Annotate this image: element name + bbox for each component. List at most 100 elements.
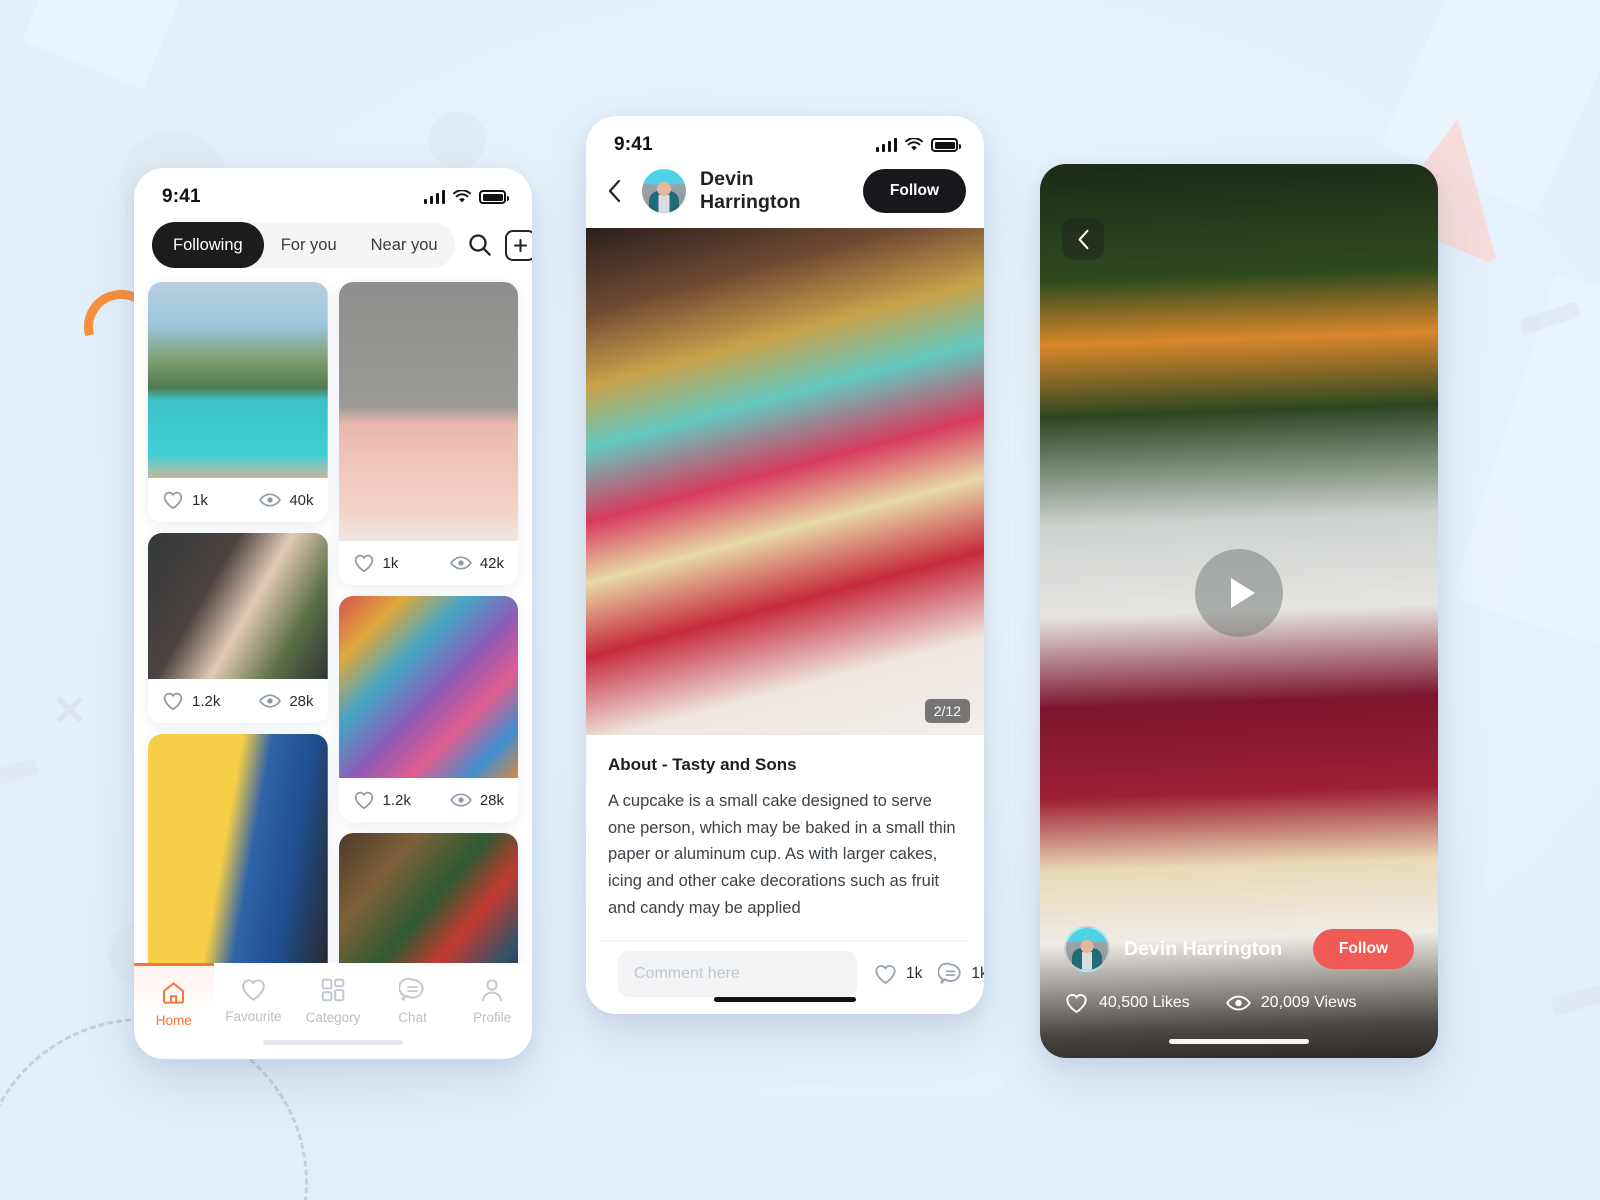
like-count: 1.2k bbox=[382, 791, 411, 809]
comment-icon bbox=[938, 962, 962, 984]
avatar[interactable] bbox=[1064, 926, 1110, 972]
view-count: 42k bbox=[479, 554, 504, 572]
play-icon bbox=[1230, 578, 1255, 609]
chevron-left-icon bbox=[1078, 229, 1088, 249]
like-stat[interactable]: 40,500 Likes bbox=[1064, 992, 1190, 1014]
view-count: 28k bbox=[479, 791, 504, 809]
like-stat[interactable]: 1.2k bbox=[353, 790, 411, 810]
like-stat[interactable]: 1k bbox=[353, 553, 399, 573]
like-count: 1k bbox=[192, 491, 208, 509]
grid-icon bbox=[321, 978, 345, 1002]
nav-label-home: Home bbox=[155, 1013, 192, 1028]
wifi-icon bbox=[453, 190, 471, 203]
page-counter-badge: 2/12 bbox=[924, 699, 970, 723]
eye-icon bbox=[449, 793, 472, 807]
status-bar: 9:41 bbox=[586, 116, 984, 166]
nav-item-profile[interactable]: Profile bbox=[452, 977, 532, 1025]
post-about-section: About - Tasty and Sons A cupcake is a sm… bbox=[586, 735, 984, 936]
post-action-bar: 1k 1k 40k bbox=[600, 939, 984, 997]
play-button[interactable] bbox=[1195, 549, 1283, 638]
eye-icon bbox=[449, 556, 472, 570]
add-post-button[interactable] bbox=[504, 227, 532, 263]
status-bar: 9:41 bbox=[134, 168, 532, 218]
search-button[interactable] bbox=[467, 227, 493, 263]
person-icon bbox=[482, 979, 503, 1001]
phone-feed-screen: 9:41 Following For you Near you 1k 40k 1… bbox=[134, 168, 532, 1059]
view-count: 40k bbox=[289, 491, 314, 509]
view-stat: 20,009 Views bbox=[1225, 994, 1357, 1012]
card-image-villa-pool[interactable] bbox=[148, 282, 328, 478]
deco-x-icon: ✕ bbox=[52, 687, 88, 734]
heart-icon bbox=[354, 554, 373, 573]
status-time: 9:41 bbox=[614, 134, 653, 155]
view-count: 28k bbox=[289, 692, 314, 710]
card-stats: 1k 42k bbox=[339, 541, 519, 585]
video-author-row: Devin Harrington Follow bbox=[1064, 926, 1414, 972]
post-header: Devin Harrington Follow bbox=[586, 166, 984, 228]
tab-following[interactable]: Following bbox=[152, 222, 264, 268]
card-image-vegetables[interactable] bbox=[148, 533, 328, 679]
like-count: 1k bbox=[382, 554, 399, 572]
like-stat[interactable]: 1.2k bbox=[162, 691, 220, 711]
feed-column-right: 1k 42k 1.2k 28k bbox=[338, 282, 519, 1004]
search-icon bbox=[468, 234, 491, 256]
feed-card[interactable]: 1k 40k bbox=[148, 282, 328, 522]
follow-button[interactable]: Follow bbox=[1312, 929, 1414, 969]
feed-toolbar: Following For you Near you bbox=[134, 218, 532, 282]
feed-card[interactable]: 1k 42k bbox=[338, 282, 519, 585]
feed-card[interactable]: 1.2k 28k bbox=[338, 596, 518, 822]
comment-stat[interactable]: 1k bbox=[938, 962, 984, 986]
tab-near-you[interactable]: Near you bbox=[354, 222, 455, 268]
follow-button[interactable]: Follow bbox=[862, 169, 966, 213]
video-info-overlay: Devin Harrington Follow 40,500 Likes 20,… bbox=[1040, 908, 1438, 1058]
view-stat: 42k bbox=[449, 554, 504, 572]
eye-icon bbox=[259, 694, 282, 708]
chevron-left-icon bbox=[608, 179, 620, 203]
post-hero-image[interactable]: 2/12 bbox=[586, 228, 984, 735]
view-stat: 28k bbox=[449, 791, 504, 809]
card-stats: 1k 40k bbox=[148, 478, 328, 522]
profile-name: Devin Harrington bbox=[700, 168, 801, 213]
home-icon bbox=[163, 982, 185, 1004]
status-icons bbox=[875, 138, 961, 152]
deco-circle-2 bbox=[428, 111, 486, 169]
nav-label-chat: Chat bbox=[398, 1010, 427, 1025]
comment-input[interactable] bbox=[618, 950, 857, 997]
avatar[interactable] bbox=[642, 169, 686, 213]
like-count: 40,500 Likes bbox=[1099, 994, 1190, 1011]
nav-item-category[interactable]: Category bbox=[293, 977, 373, 1025]
cellular-bars-icon bbox=[423, 190, 445, 204]
phone-post-detail-screen: 9:41 Devin Harrington Follow 2/12 About … bbox=[586, 116, 984, 1014]
profile-name: Devin Harrington bbox=[1124, 937, 1283, 960]
eye-icon bbox=[259, 493, 282, 507]
bottom-navigation: Home Favourite Category Chat Profile bbox=[134, 963, 532, 1059]
video-stats: 40,500 Likes 20,009 Views bbox=[1064, 992, 1414, 1014]
nav-label-favourite: Favourite bbox=[225, 1009, 282, 1024]
about-body: A cupcake is a small cake designed to se… bbox=[608, 792, 956, 917]
heart-icon bbox=[163, 692, 183, 711]
comment-count: 1k bbox=[971, 964, 984, 982]
chat-icon bbox=[399, 977, 424, 1001]
cellular-bars-icon bbox=[875, 138, 897, 152]
feed-card[interactable]: 1.2k 28k bbox=[148, 533, 328, 723]
status-time: 9:41 bbox=[162, 186, 201, 207]
nav-item-favourite[interactable]: Favourite bbox=[214, 977, 294, 1024]
home-indicator bbox=[1169, 1039, 1309, 1044]
card-image-pink-cake[interactable] bbox=[338, 282, 518, 541]
card-image-sugar-skulls[interactable] bbox=[338, 596, 518, 778]
heart-icon bbox=[163, 491, 183, 510]
status-icons bbox=[423, 190, 509, 204]
battery-icon bbox=[479, 190, 509, 204]
heart-icon bbox=[1066, 993, 1087, 1014]
nav-item-chat[interactable]: Chat bbox=[373, 977, 453, 1025]
nav-item-home[interactable]: Home bbox=[134, 963, 214, 1028]
back-button[interactable] bbox=[600, 179, 628, 203]
home-indicator bbox=[714, 997, 856, 1002]
like-stat[interactable]: 1k bbox=[162, 490, 208, 510]
view-stat: 40k bbox=[259, 491, 314, 509]
home-indicator bbox=[263, 1040, 403, 1045]
phone-video-screen: Devin Harrington Follow 40,500 Likes 20,… bbox=[1040, 164, 1438, 1058]
tab-for-you[interactable]: For you bbox=[264, 222, 354, 268]
back-button[interactable] bbox=[1062, 218, 1104, 260]
like-stat[interactable]: 1k bbox=[873, 963, 922, 985]
